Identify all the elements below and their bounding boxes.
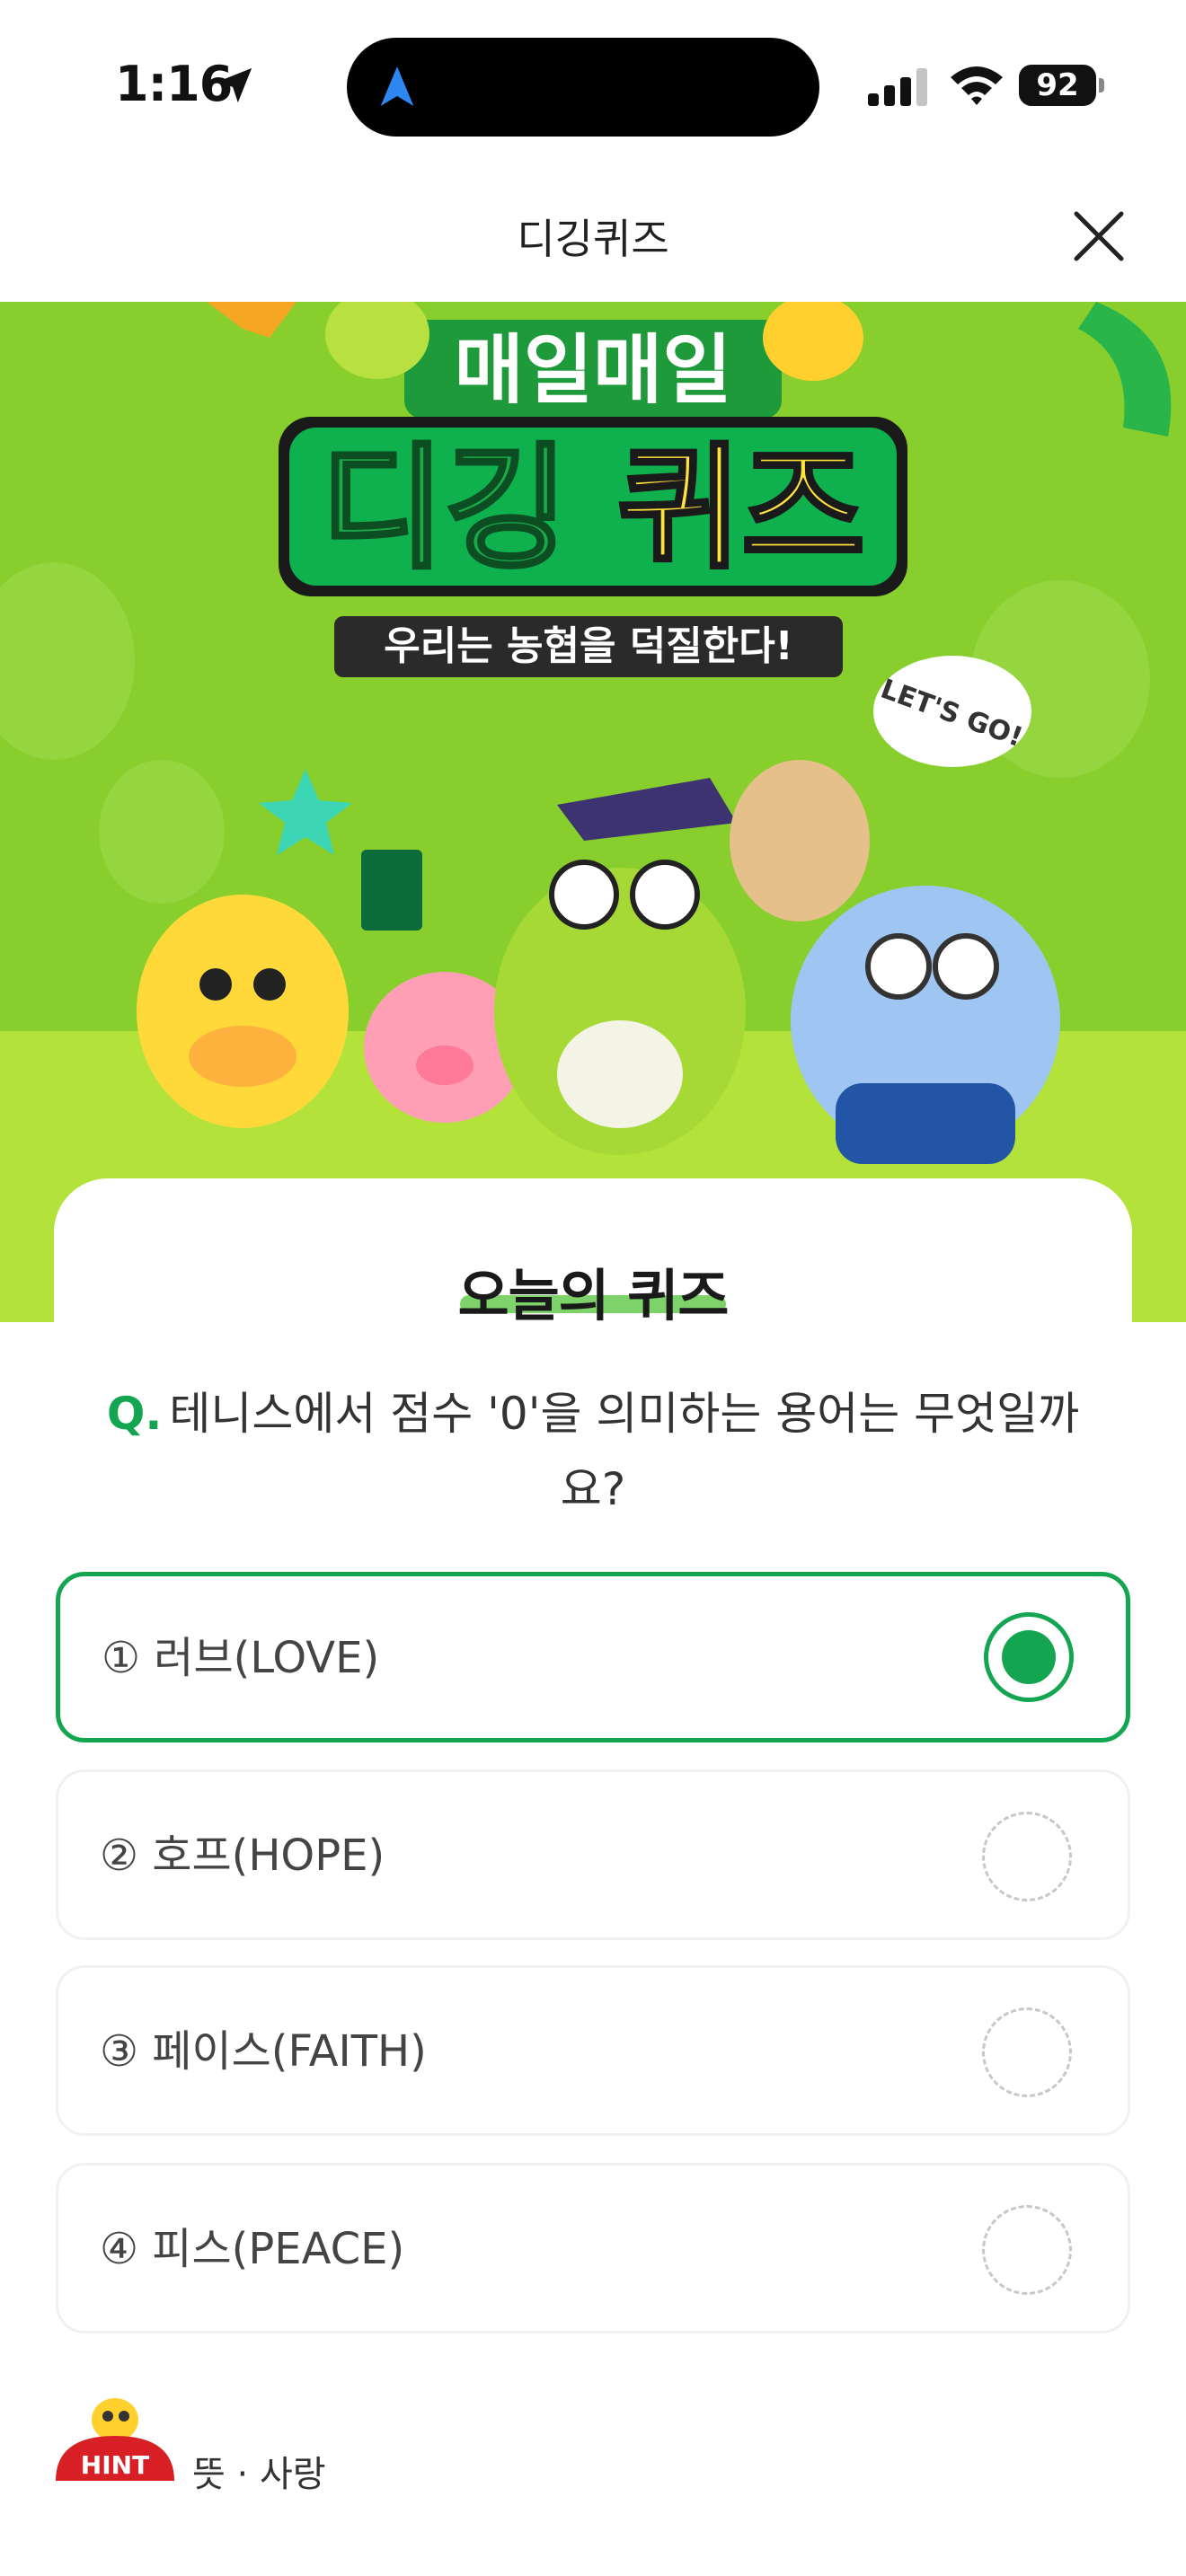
option-label: ③ 페이스(FAITH) [100,2026,427,2077]
banner-title-green: 디깅 [321,431,569,587]
banner-illustration: LET'S GO! 매일매일 디깅 퀴즈 우리는 농협을 덕질한다! [0,302,1186,1322]
answer-option-4[interactable]: ④ 피스(PEACE) [56,2163,1130,2333]
radio-unselected-icon[interactable] [982,2205,1072,2295]
answer-option-3[interactable]: ③ 페이스(FAITH) [56,1965,1130,2136]
quiz-section-title: 오늘의 퀴즈 [457,1263,730,1328]
radio-dot [1002,1630,1056,1684]
banner-subtitle: 우리는 농협을 덕질한다! [384,623,793,669]
option-label: ② 호프(HOPE) [100,1831,385,1881]
hint-badge-icon: HINT [56,2398,174,2481]
quiz-banner: LET'S GO! 매일매일 디깅 퀴즈 우리는 농협을 덕질한다! [0,302,1186,1322]
hint-text: 뜻 · 사랑 [192,2454,326,2495]
battery-level: 92 [1036,67,1079,103]
close-icon[interactable] [1060,198,1137,275]
page-header: 디깅퀴즈 [0,171,1186,302]
battery-icon: 92 [1019,65,1104,106]
option-label: ④ 피스(PEACE) [100,2224,405,2274]
navigation-icon [380,66,414,106]
question-text: 테니스에서 점수 '0'을 의미하는 용어는 무엇일까요? [169,1388,1080,1515]
question-prefix: Q. [106,1388,163,1440]
quiz-question: Q. 테니스에서 점수 '0'을 의미하는 용어는 무엇일까요? [99,1376,1087,1527]
banner-title-yellow: 퀴즈 [617,431,865,587]
banner-top-text: 매일매일 [454,326,731,414]
radio-unselected-icon[interactable] [982,2007,1072,2097]
signal-icon [868,68,927,106]
answer-option-2[interactable]: ② 호프(HOPE) [56,1769,1130,1940]
hint-section: HINT 뜻 · 사랑 [52,2391,412,2495]
status-bar: 1:16 92 [0,0,1186,171]
hint-badge-text: HINT [81,2450,149,2480]
quiz-content: Q. 테니스에서 점수 '0'을 의미하는 용어는 무엇일까요? ① 러브(LOV… [0,1322,1186,2576]
location-arrow-icon [217,67,252,103]
battery-cap [1099,78,1104,93]
option-label: ① 러브(LOVE) [102,1633,380,1683]
radio-unselected-icon[interactable] [982,1812,1072,1901]
wifi-icon [951,66,1003,105]
dynamic-island [347,38,819,137]
page-title: 디깅퀴즈 [517,215,669,263]
radio-selected-icon[interactable] [984,1612,1074,1702]
answer-option-1[interactable]: ① 러브(LOVE) [56,1572,1130,1742]
